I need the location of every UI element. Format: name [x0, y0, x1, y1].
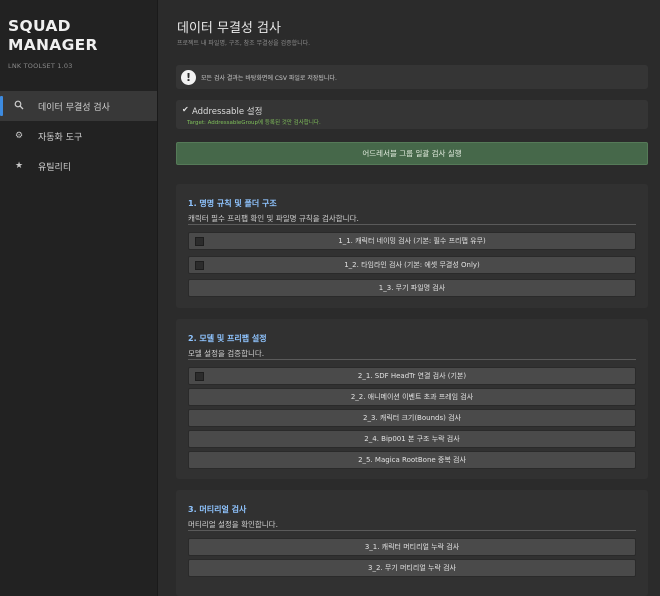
sidebar-item-integrity[interactable]: 데이터 무결성 검사 [0, 91, 157, 121]
sidebar-item-label: 데이터 무결성 검사 [38, 102, 110, 113]
run-addressable-check-button[interactable]: 어드레서블 그룹 일괄 검사 실행 [176, 142, 648, 165]
section-title: 1. 명명 규칙 및 폴더 구조 [188, 199, 277, 208]
app-version: LNK TOOLSET 1.03 [8, 62, 73, 70]
button-label: 1_2. 타임라인 검사 (기본: 에셋 무결성 Only) [344, 261, 480, 269]
info-notice: ! 모든 검사 결과는 바탕화면에 CSV 파일로 저장됩니다. [176, 65, 648, 89]
check-button-1-3[interactable]: 1_3. 무기 파일명 검사 [188, 279, 636, 297]
gear-icon: ⚙ [14, 131, 24, 141]
button-label: 1_1. 캐릭터 네이밍 검사 (기본: 필수 프리팹 유무) [338, 237, 486, 245]
page-subtitle: 프로젝트 내 파일명, 구조, 참조 무결성을 검증합니다. [177, 40, 311, 47]
section-title: 3. 머티리얼 검사 [188, 505, 247, 514]
sidebar-item-label: 유틸리티 [38, 162, 72, 173]
check-button-3-2[interactable]: 3_2. 무기 머티리얼 누락 검사 [188, 559, 636, 577]
addressable-target-text: Target: AddressableGroup에 등록된 것만 검사합니다. [187, 120, 321, 126]
check-button-1-2[interactable]: 1_2. 타임라인 검사 (기본: 에셋 무결성 Only) [188, 256, 636, 274]
sidebar-item-utility[interactable]: ★ 유틸리티 [0, 151, 157, 181]
check-button-2-2[interactable]: 2_2. 애니메이션 이벤트 초과 프레임 검사 [188, 388, 636, 406]
check-button-1-1[interactable]: 1_1. 캐릭터 네이밍 검사 (기본: 필수 프리팹 유무) [188, 232, 636, 250]
addressable-settings: ✔ Addressable 설정 Target: AddressableGrou… [176, 100, 648, 129]
section-naming: 1. 명명 규칙 및 폴더 구조 캐릭터 필수 프리팹 확인 및 파일명 규칙을… [176, 184, 648, 308]
addressable-label: Addressable 설정 [192, 107, 263, 117]
section-material: 3. 머티리얼 검사 머티리얼 설정을 확인합니다. 3_1. 캐릭터 머티리얼… [176, 490, 648, 596]
check-button-2-4[interactable]: 2_4. Bip001 본 구조 누락 검사 [188, 430, 636, 448]
sidebar-item-automation[interactable]: ⚙ 자동화 도구 [0, 121, 157, 151]
main-panel: 데이터 무결성 검사 프로젝트 내 파일명, 구조, 참조 무결성을 검증합니다… [158, 0, 660, 596]
button-label: 2_4. Bip001 본 구조 누락 검사 [364, 435, 460, 443]
section-divider [188, 224, 636, 225]
notice-text: 모든 검사 결과는 바탕화면에 CSV 파일로 저장됩니다. [201, 74, 337, 82]
button-label: 3_1. 캐릭터 머티리얼 누락 검사 [364, 543, 460, 551]
check-button-2-3[interactable]: 2_3. 캐릭터 크기(Bounds) 검사 [188, 409, 636, 427]
option-checkbox[interactable] [195, 237, 204, 246]
brand: SQUAD MANAGER LNK TOOLSET 1.03 [8, 17, 128, 70]
section-divider [188, 530, 636, 531]
button-label: 2_1. SDF HeadTr 연결 검사 (기본) [357, 372, 467, 380]
section-model: 2. 모델 및 프리팹 설정 모델 설정을 검증합니다. 2_1. SDF He… [176, 319, 648, 479]
sidebar: SQUAD MANAGER LNK TOOLSET 1.03 데이터 무결성 검… [0, 0, 158, 596]
star-icon: ★ [14, 161, 24, 171]
section-desc: 머티리얼 설정을 확인합니다. [188, 520, 278, 529]
option-checkbox[interactable] [195, 372, 204, 381]
app-title: SQUAD MANAGER [8, 17, 98, 54]
check-button-2-5[interactable]: 2_5. Magica RootBone 중복 검사 [188, 451, 636, 469]
button-label: 2_5. Magica RootBone 중복 검사 [358, 456, 466, 464]
addressable-checkbox[interactable]: ✔ [182, 105, 189, 114]
section-desc: 캐릭터 필수 프리팹 확인 및 파일명 규칙을 검사합니다. [188, 214, 359, 223]
option-checkbox[interactable] [195, 261, 204, 270]
exclamation-icon: ! [181, 69, 196, 85]
section-title: 2. 모델 및 프리팹 설정 [188, 334, 267, 343]
search-icon [0, 100, 38, 113]
button-label: 2_3. 캐릭터 크기(Bounds) 검사 [363, 414, 461, 422]
sidebar-item-label: 자동화 도구 [38, 132, 83, 143]
button-label: 1_3. 무기 파일명 검사 [378, 284, 446, 292]
section-divider [188, 359, 636, 360]
page-title: 데이터 무결성 검사 [177, 21, 281, 36]
check-button-2-1[interactable]: 2_1. SDF HeadTr 연결 검사 (기본) [188, 367, 636, 385]
button-label: 2_2. 애니메이션 이벤트 초과 프레임 검사 [350, 393, 474, 401]
check-button-3-1[interactable]: 3_1. 캐릭터 머티리얼 누락 검사 [188, 538, 636, 556]
button-label: 3_2. 무기 머티리얼 누락 검사 [368, 564, 456, 572]
section-desc: 모델 설정을 검증합니다. [188, 349, 265, 358]
sidebar-nav: 데이터 무결성 검사 ⚙ 자동화 도구 ★ 유틸리티 [0, 91, 157, 181]
